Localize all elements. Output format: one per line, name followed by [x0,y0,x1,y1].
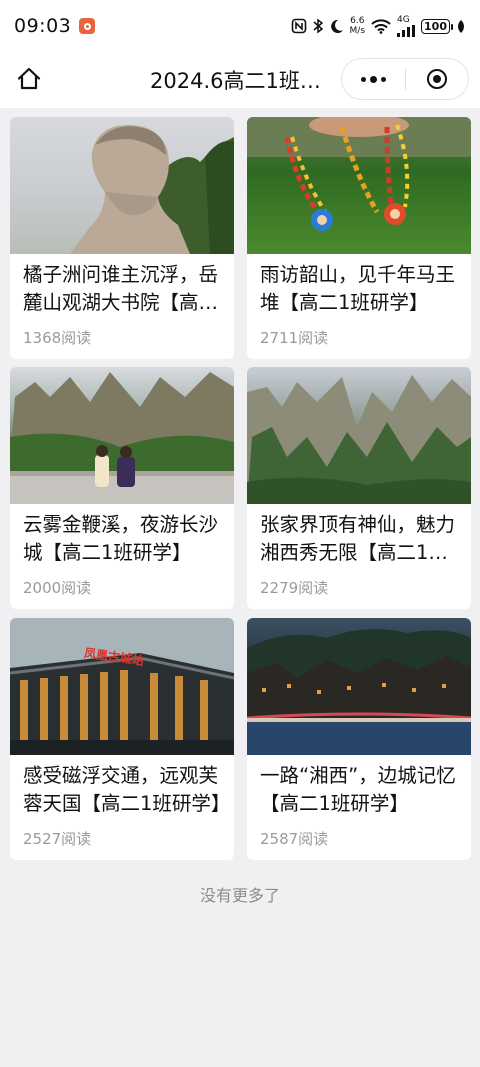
article-cover-image: 凤凰古城站 [10,618,234,755]
wifi-icon [371,18,391,34]
article-title: 一路“湘西”，边城记忆【高二1班研学】 [260,764,456,815]
article-cover-image [247,367,471,504]
nfc-icon [291,18,307,34]
status-time: 09:03 [14,15,72,37]
battery-level: 100 [424,19,447,33]
leaf-icon [456,19,466,34]
mini-program-capsule [341,58,469,100]
article-card[interactable]: 云雾金鞭溪，夜游长沙城【高二1班研学】 2000阅读 [10,367,234,609]
article-card[interactable]: 凤凰古城站 感受磁浮交通，远观芙蓉天国【高二1班研学】 2527阅读 [10,618,234,860]
article-title: 感受磁浮交通，远观芙蓉天国【高二1班研学】 [23,764,225,815]
article-read-count: 2527阅读 [23,830,92,848]
app-notification-icon [79,18,96,34]
article-cover-image [247,618,471,755]
more-dot-icon [361,76,366,82]
article-read-count: 2279阅读 [260,579,329,597]
article-card[interactable]: 张家界顶有神仙，魅力湘西秀无限【高二1班研学】 2279阅读 [247,367,471,609]
home-icon [17,67,41,90]
battery-icon: 100 [421,18,453,34]
network-type: 4G [397,14,410,25]
article-card[interactable]: 一路“湘西”，边城记忆【高二1班研学】 2587阅读 [247,618,471,860]
navigation-bar: 2024.6高二1班研学之旅 [0,52,480,108]
article-title: 张家界顶有神仙，魅力湘西秀无限【高二1班研学】 [260,513,456,564]
article-cover-image [247,117,471,254]
close-button[interactable] [406,59,468,99]
article-read-count: 1368阅读 [23,329,92,347]
bluetooth-icon [313,18,323,34]
network-speed-value: 6.6 [350,16,365,26]
more-button[interactable] [342,59,405,99]
cellular-signal-icon: 4G [397,14,416,37]
moon-icon [329,19,344,34]
page-title: 2024.6高二1班研学之旅 [150,69,330,93]
target-close-icon [427,69,447,89]
status-bar: 09:03 6.6 M/s 4G 100 [0,0,480,52]
home-button[interactable] [14,64,44,94]
network-speed-unit: M/s [349,26,366,36]
article-read-count: 2587阅读 [260,830,329,848]
more-dot-icon [370,75,377,83]
article-read-count: 2711阅读 [260,329,329,347]
article-cover-image [10,117,234,254]
article-title: 橘子洲问谁主沉浮，岳麓山观湖大书院【高二1班研学】 [23,263,219,314]
article-card[interactable]: 雨访韶山，见千年马王堆【高二1班研学】 2711阅读 [247,117,471,359]
no-more-content-label: 没有更多了 [199,886,280,905]
article-card[interactable]: 橘子洲问谁主沉浮，岳麓山观湖大书院【高二1班研学】 1368阅读 [10,117,234,359]
more-dot-icon [381,76,386,82]
article-cover-image [10,367,234,504]
article-read-count: 2000阅读 [23,579,92,597]
article-title: 云雾金鞭溪，夜游长沙城【高二1班研学】 [23,513,219,564]
network-speed: 6.6 M/s [350,16,366,36]
article-title: 雨访韶山，见千年马王堆【高二1班研学】 [260,263,456,314]
